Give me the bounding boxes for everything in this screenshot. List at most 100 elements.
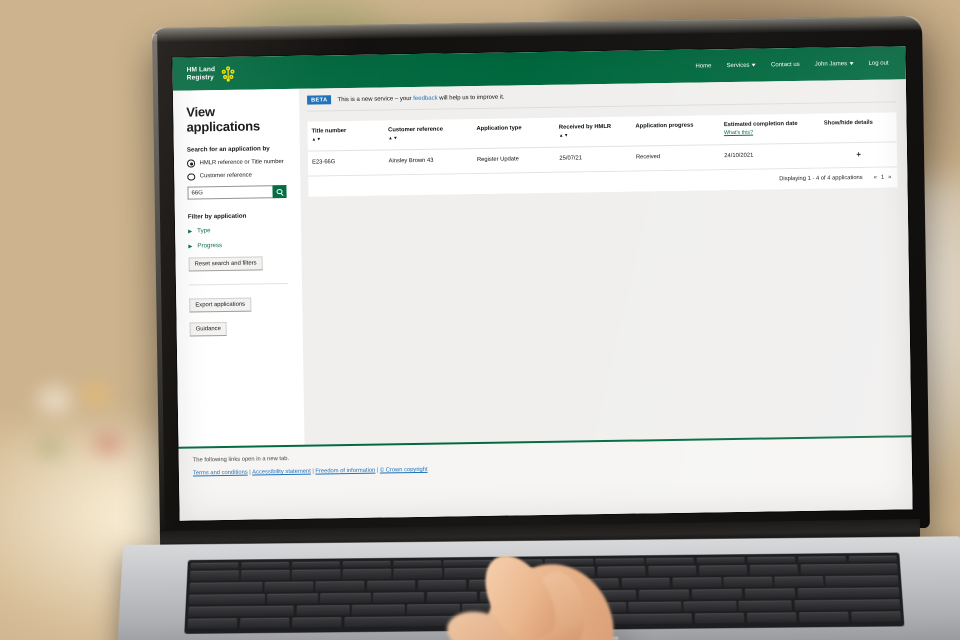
key <box>672 577 721 587</box>
key <box>518 603 571 613</box>
column-header-application-type-label: Application type <box>476 125 521 132</box>
nav-item-home[interactable]: Home <box>695 63 711 69</box>
logo-line-2: Registry <box>187 74 216 82</box>
key <box>848 555 897 561</box>
sort-arrows-icon[interactable]: ▲▼ <box>559 132 628 137</box>
key <box>296 605 349 615</box>
footer-link-terms-and-conditions[interactable]: Terms and conditions <box>193 470 248 477</box>
sort-arrows-icon[interactable]: ▲▼ <box>312 136 381 141</box>
laptop: HM Land Registry Home Services Contact u… <box>0 0 960 640</box>
expand-row-plus-icon[interactable]: + <box>856 150 861 159</box>
footer-link-freedom-of-information[interactable]: Freedom of information <box>315 468 375 475</box>
nav-item-contact-us[interactable]: Contact us <box>771 61 800 67</box>
key <box>648 566 697 576</box>
filter-accordion-progress[interactable]: Progress <box>188 241 287 250</box>
export-applications-button[interactable]: Export applications <box>189 298 251 313</box>
key <box>418 580 467 590</box>
beta-tag: BETA <box>307 95 332 104</box>
footer-link-crown-copyright[interactable]: © Crown copyright <box>380 467 428 474</box>
search-form <box>187 185 286 200</box>
key <box>851 611 901 621</box>
footer-separator: | <box>312 469 314 475</box>
radio-button-icon[interactable] <box>187 159 195 167</box>
page-title: View applications <box>186 103 285 135</box>
key <box>798 587 900 598</box>
footer-link-accessibility-statement[interactable]: Accessibility statement <box>252 469 311 476</box>
column-header-application-progress-label: Application progress <box>635 123 693 130</box>
cell-show-hide-details[interactable]: + <box>820 142 897 168</box>
hmlr-floral-emblem-icon <box>220 65 235 81</box>
key <box>745 588 796 598</box>
beta-text-after: will help us to improve it. <box>438 94 505 101</box>
feedback-link[interactable]: feedback <box>413 95 437 101</box>
web-page: HM Land Registry Home Services Contact u… <box>172 46 912 520</box>
search-input[interactable] <box>187 185 272 199</box>
beta-banner-text: This is a new service – your feedback wi… <box>337 94 504 103</box>
key <box>774 576 823 586</box>
column-header-title-number[interactable]: Title number ▲▼ <box>307 120 384 151</box>
whats-this-link[interactable]: What's this? <box>724 129 816 137</box>
key <box>694 613 744 623</box>
key <box>750 565 799 575</box>
key <box>394 568 442 578</box>
laptop-keyboard <box>184 553 904 634</box>
key <box>622 578 671 588</box>
key <box>292 569 341 579</box>
key <box>190 562 238 568</box>
key <box>343 569 392 579</box>
column-header-received-by-hmlr[interactable]: Received by HMLR ▲▼ <box>555 117 632 148</box>
radio-button-icon[interactable] <box>187 173 195 181</box>
column-header-application-progress: Application progress <box>631 115 720 146</box>
reset-search-and-filters-button[interactable]: Reset search and filters <box>189 256 263 271</box>
key <box>367 580 416 590</box>
cell-title-number: E23-66G <box>308 150 385 176</box>
key <box>292 561 340 567</box>
chevron-down-icon <box>752 64 756 67</box>
nav-item-services[interactable]: Services <box>726 62 756 68</box>
search-submit-button[interactable] <box>272 185 286 198</box>
nav-item-account-john-james[interactable]: John James <box>815 61 854 68</box>
laptop-trackpad <box>467 635 618 640</box>
column-header-title-number-label: Title number <box>312 128 347 135</box>
column-header-customer-reference[interactable]: Customer reference ▲▼ <box>384 119 473 150</box>
key <box>520 579 569 589</box>
column-header-estimated-completion-date-label: Estimated completion date <box>724 121 798 128</box>
key <box>469 579 518 589</box>
filter-accordion-type[interactable]: Type <box>188 226 287 235</box>
nav-item-contact-us-label: Contact us <box>771 61 800 67</box>
nav-item-home-label: Home <box>695 63 711 69</box>
nav-item-log-out-label: Log out <box>869 60 889 66</box>
key <box>445 568 493 578</box>
key <box>292 617 342 627</box>
pagination-prev[interactable]: « <box>874 175 877 181</box>
search-icon <box>277 189 282 194</box>
key <box>373 592 424 602</box>
sidebar-spacer <box>189 311 288 323</box>
key <box>480 591 531 601</box>
hm-land-registry-logo[interactable]: HM Land Registry <box>187 65 236 82</box>
primary-navigation: Home Services Contact us John James Log … <box>695 60 888 69</box>
key <box>393 560 441 566</box>
footer-separator: | <box>377 468 379 474</box>
key <box>462 603 515 613</box>
key <box>800 563 897 573</box>
cell-customer-reference: Ainsley Brown 43 <box>384 149 473 175</box>
column-header-show-hide-details: Show/hide details <box>820 112 897 143</box>
pagination-next[interactable]: » <box>888 174 891 180</box>
radio-customer-reference[interactable]: Customer reference <box>187 172 286 181</box>
pagination: « 1 » <box>874 174 892 180</box>
column-header-application-type: Application type <box>472 118 555 149</box>
triangle-right-icon <box>188 244 192 248</box>
sort-arrows-icon[interactable]: ▲▼ <box>388 135 468 141</box>
column-header-customer-reference-label: Customer reference <box>388 127 443 134</box>
key <box>352 604 405 614</box>
key <box>794 599 900 610</box>
key <box>723 577 772 587</box>
guidance-button[interactable]: Guidance <box>190 322 227 337</box>
key <box>320 593 371 603</box>
key <box>342 560 390 566</box>
radio-hmlr-reference[interactable]: HMLR reference or Title number <box>187 158 286 167</box>
pagination-current-page[interactable]: 1 <box>881 175 884 181</box>
nav-item-log-out[interactable]: Log out <box>869 60 889 66</box>
results-count: Displaying 1 - 4 of 4 applications <box>779 175 863 182</box>
